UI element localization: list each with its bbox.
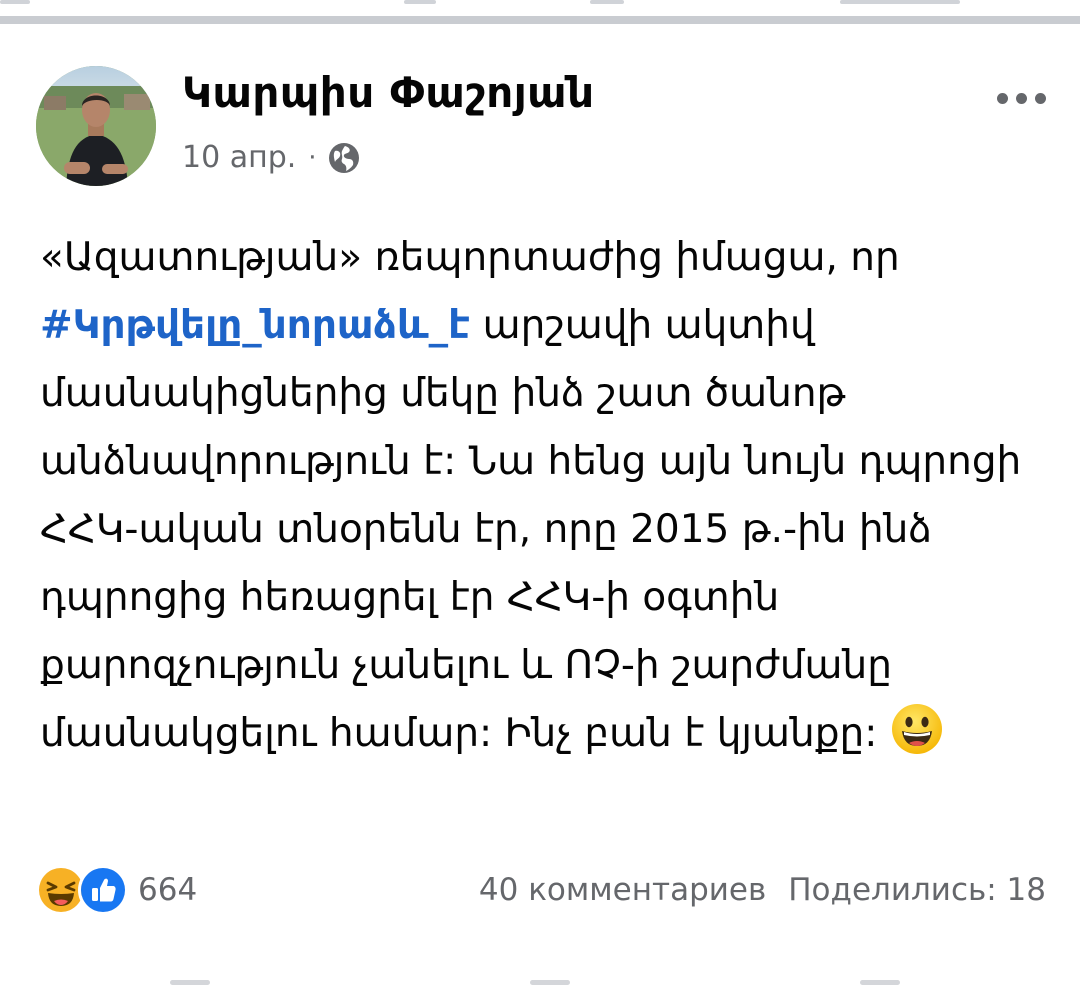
more-dot xyxy=(1015,92,1027,104)
author-name[interactable]: Կարպիս Փաշոյան xyxy=(182,68,595,117)
avatar[interactable] xyxy=(36,66,156,186)
previous-post-edge xyxy=(404,0,436,4)
post-text-before: «Ազատության» ռեպորտաժից իմացա, որ xyxy=(40,235,900,280)
engagement-counts: 40 комментариев Поделились: 18 xyxy=(479,872,1046,908)
post-card: Կարպիս Փաշոյան 10 апр. · «Ազատության» ռե… xyxy=(0,24,1080,985)
more-dot xyxy=(1034,92,1046,104)
action-bar-edge-mark xyxy=(860,980,900,985)
more-options-button[interactable] xyxy=(986,80,1056,116)
post-date[interactable]: 10 апр. xyxy=(182,140,296,175)
grinning-face-emoji xyxy=(890,702,944,756)
feed-divider-top xyxy=(0,0,1080,24)
action-bar-edge-mark xyxy=(170,980,210,985)
avatar-photo xyxy=(36,66,156,186)
meta-separator: · xyxy=(308,142,317,173)
action-bar-edge xyxy=(0,964,1080,985)
more-horizontal-icon xyxy=(996,92,1008,104)
previous-post-edge xyxy=(0,0,30,4)
hashtag-link[interactable]: #Կրթվելը_նորաձև_է xyxy=(40,303,470,348)
like-reaction-icon xyxy=(78,865,128,915)
shares-count[interactable]: Поделились: 18 xyxy=(788,872,1046,908)
comments-count[interactable]: 40 комментариев xyxy=(479,872,766,908)
reaction-count: 664 xyxy=(138,872,198,908)
previous-post-edge xyxy=(590,0,624,4)
action-bar-edge-mark xyxy=(530,980,570,985)
post-text-after: արշավի ակտիվ մասնակիցներից մեկը ինձ շատ … xyxy=(40,303,1022,756)
post-text: «Ազատության» ռեպորտաժից իմացա, որ #Կրթվե… xyxy=(40,224,1040,768)
reactions-summary[interactable]: 664 xyxy=(36,865,197,915)
post-meta: 10 апр. · xyxy=(182,140,361,175)
globe-icon xyxy=(327,141,361,175)
previous-post-edge xyxy=(840,0,960,4)
post-stats: 664 40 комментариев Поделились: 18 xyxy=(36,862,1046,918)
divider-line xyxy=(0,16,1080,24)
